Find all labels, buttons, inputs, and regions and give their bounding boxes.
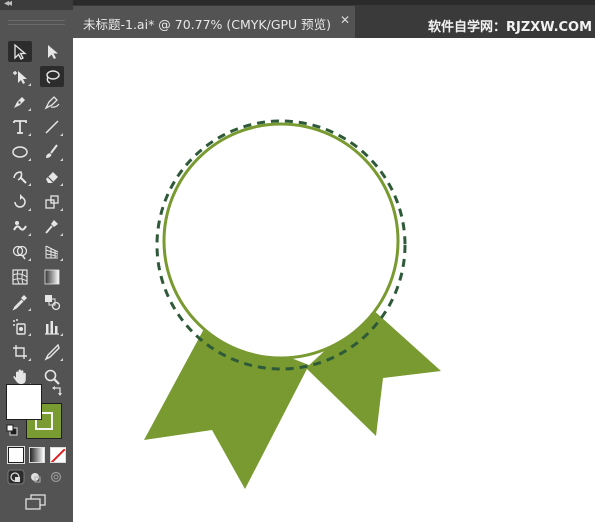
draw-normal-icon[interactable] xyxy=(7,469,25,485)
blend-tool-icon[interactable] xyxy=(40,291,64,312)
none-mode-button[interactable] xyxy=(50,447,66,463)
ellipse-tool-icon[interactable] xyxy=(8,141,32,162)
fill-color-swatch[interactable] xyxy=(6,384,42,420)
color-mode-button[interactable] xyxy=(7,446,25,464)
document-tab-title: 未标题-1.ai* @ 70.77% (CMYK/GPU 预览) xyxy=(83,17,332,32)
watermark-text: 软件自学网：RJZXW.COM xyxy=(428,20,593,35)
panel-grip[interactable] xyxy=(8,20,65,25)
default-fill-stroke-icon[interactable] xyxy=(6,424,18,436)
award-badge-artwork[interactable] xyxy=(73,38,595,522)
none-slash-icon xyxy=(51,448,65,462)
tools-panel: ◂◂ xyxy=(0,0,73,522)
document-tab-bar: 未标题-1.ai* @ 70.77% (CMYK/GPU 预览) ✕ 软件自学网… xyxy=(73,0,595,38)
gradient-tool-icon[interactable] xyxy=(40,266,64,287)
scale-tool-icon[interactable] xyxy=(40,191,64,212)
lasso-tool-icon[interactable] xyxy=(40,66,64,87)
eraser-tool-icon[interactable] xyxy=(40,166,64,187)
shape-builder-tool-icon[interactable] xyxy=(8,241,32,262)
close-tab-icon[interactable]: ✕ xyxy=(337,12,353,28)
swap-fill-stroke-icon[interactable] xyxy=(51,385,63,397)
rotate-tool-icon[interactable] xyxy=(8,191,32,212)
curvature-tool-icon[interactable] xyxy=(40,91,64,112)
change-screen-mode-icon[interactable] xyxy=(24,494,48,510)
line-segment-tool-icon[interactable] xyxy=(40,116,64,137)
selection-tool-icon[interactable] xyxy=(8,41,32,62)
tab-bar-strip xyxy=(73,0,595,5)
direct-selection-tool-icon[interactable] xyxy=(40,41,64,62)
slice-tool-icon[interactable] xyxy=(40,341,64,362)
gradient-mode-button[interactable] xyxy=(29,447,45,463)
collapse-panel-icon[interactable]: ◂◂ xyxy=(4,0,12,9)
group-selection-tool-icon[interactable] xyxy=(8,66,32,87)
mesh-tool-icon[interactable] xyxy=(8,266,32,287)
warp-tool-icon[interactable] xyxy=(8,216,32,237)
draw-inside-icon[interactable] xyxy=(47,469,65,485)
column-graph-tool-icon[interactable] xyxy=(40,316,64,337)
shaper-tool-icon[interactable] xyxy=(8,166,32,187)
document-tab[interactable]: 未标题-1.ai* @ 70.77% (CMYK/GPU 预览) ✕ xyxy=(73,6,355,38)
type-tool-icon[interactable] xyxy=(8,116,32,137)
artboard-canvas[interactable] xyxy=(73,38,595,522)
pen-tool-icon[interactable] xyxy=(8,91,32,112)
puppet-warp-tool-icon[interactable] xyxy=(40,216,64,237)
perspective-grid-tool-icon[interactable] xyxy=(40,241,64,262)
zoom-tool-icon[interactable] xyxy=(40,366,64,387)
artboard-tool-icon[interactable] xyxy=(8,341,32,362)
eyedropper-tool-icon[interactable] xyxy=(8,291,32,312)
paintbrush-tool-icon[interactable] xyxy=(40,141,64,162)
badge-circle[interactable] xyxy=(162,122,400,360)
draw-behind-icon[interactable] xyxy=(27,469,45,485)
symbol-sprayer-tool-icon[interactable] xyxy=(8,316,32,337)
tools-panel-header: ◂◂ xyxy=(0,0,73,10)
